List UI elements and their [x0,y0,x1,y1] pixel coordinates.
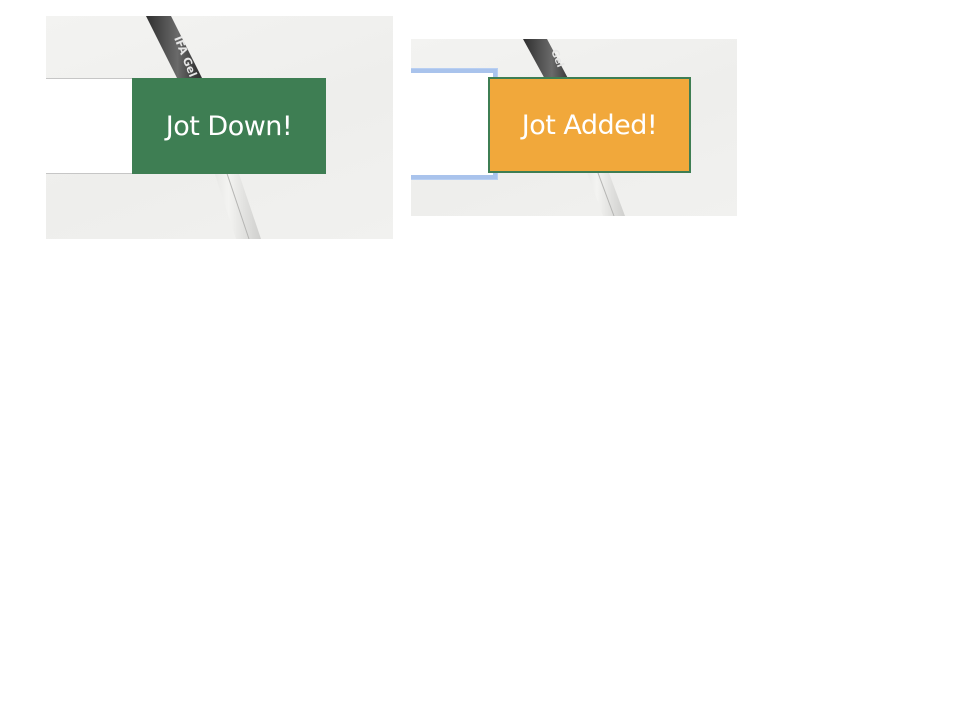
jot-text-input[interactable] [46,78,134,174]
jot-widget-submitted: Gel Jot Added! [411,39,737,216]
jot-text-input[interactable] [411,69,497,179]
jot-down-button[interactable]: Jot Down! [132,78,326,174]
jot-added-button[interactable]: Jot Added! [488,77,691,173]
jot-widget-default: IFA Gel Jot Down! [46,16,393,239]
